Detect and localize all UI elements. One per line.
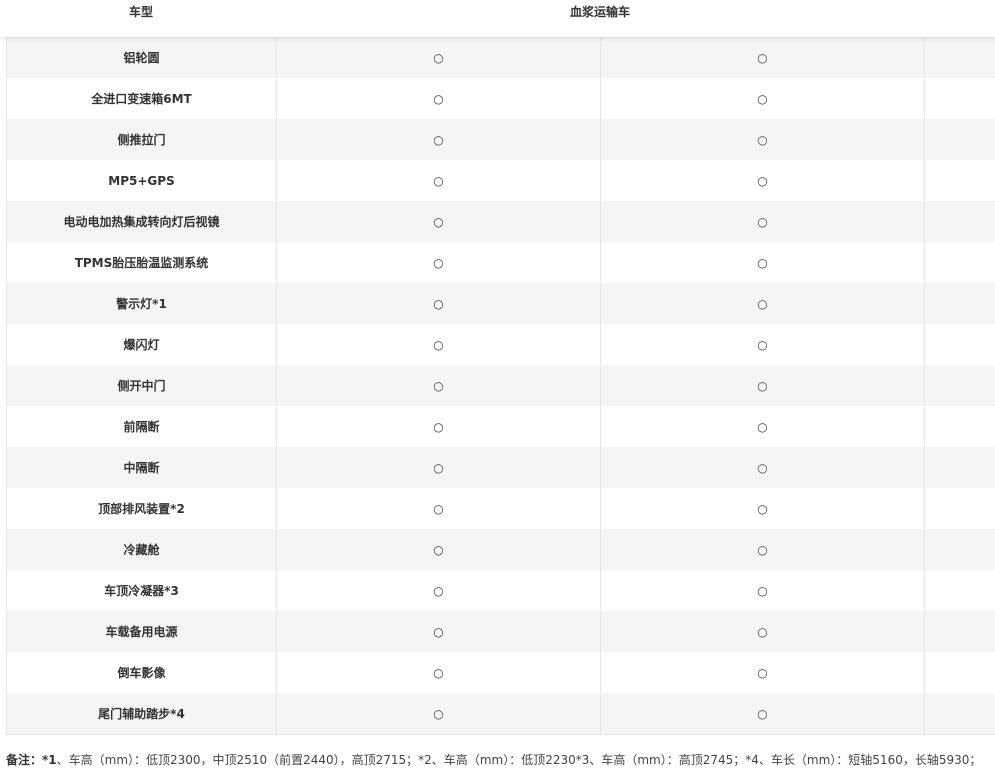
feature-name: 警示灯*1 xyxy=(6,283,277,324)
cut-off-column-cell xyxy=(924,529,995,570)
feature-name: MP5+GPS xyxy=(6,160,277,201)
option-mark: ○ xyxy=(600,283,925,324)
option-mark: ○ xyxy=(276,242,601,283)
option-mark: ○ xyxy=(276,570,601,611)
cut-off-column-cell xyxy=(924,119,995,160)
option-mark: ○ xyxy=(276,78,601,119)
cut-off-column-cell xyxy=(924,570,995,611)
option-mark: ○ xyxy=(276,365,601,406)
option-mark: ○ xyxy=(600,611,925,652)
option-mark: ○ xyxy=(276,693,601,735)
option-mark: ○ xyxy=(276,488,601,529)
footnote: 备注：*1、车高（mm）：低顶2300，中顶2510（前置2440），高顶271… xyxy=(6,751,991,769)
header-vehicle-label: 血浆运输车 xyxy=(569,5,630,19)
table-row: 全进口变速箱6MT ○ ○ xyxy=(6,78,995,119)
feature-name: TPMS胎压胎温监测系统 xyxy=(6,242,277,283)
option-mark: ○ xyxy=(276,652,601,693)
table-row: 中隔断 ○ ○ xyxy=(6,447,995,488)
footnote-text: 、车高（mm）：低顶2300，中顶2510（前置2440），高顶2715；*2、… xyxy=(56,753,982,767)
table-row: 侧开中门 ○ ○ xyxy=(6,365,995,406)
feature-name: 电动电加热集成转向灯后视镜 xyxy=(6,201,277,242)
cut-off-column-cell xyxy=(924,242,995,283)
table-row: 冷藏舱 ○ ○ xyxy=(6,529,995,570)
option-mark: ○ xyxy=(600,78,925,119)
option-mark: ○ xyxy=(276,160,601,201)
option-mark: ○ xyxy=(600,37,925,78)
option-mark: ○ xyxy=(276,611,601,652)
table-row: 侧推拉门 ○ ○ xyxy=(6,119,995,160)
table-row: 前隔断 ○ ○ xyxy=(6,406,995,447)
table-row: 铝轮圆 ○ ○ xyxy=(6,37,995,78)
table-row: 警示灯*1 ○ ○ xyxy=(6,283,995,324)
option-mark: ○ xyxy=(276,119,601,160)
option-mark: ○ xyxy=(600,529,925,570)
feature-name: 中隔断 xyxy=(6,447,277,488)
cut-off-column-cell xyxy=(924,160,995,201)
spec-table: 铝轮圆 ○ ○ 全进口变速箱6MT ○ ○ 侧推拉门 ○ ○ MP5+GPS ○ ○ 电动电加热集成转向… xyxy=(6,37,995,735)
option-mark: ○ xyxy=(600,324,925,365)
option-mark: ○ xyxy=(600,119,925,160)
cut-off-column-cell xyxy=(924,37,995,78)
feature-name: 尾门辅助踏步*4 xyxy=(6,693,277,735)
option-mark: ○ xyxy=(276,406,601,447)
feature-name: 爆闪灯 xyxy=(6,324,277,365)
option-mark: ○ xyxy=(276,283,601,324)
table-row: 电动电加热集成转向灯后视镜 ○ ○ xyxy=(6,201,995,242)
header-model-label: 车型 xyxy=(128,5,153,19)
cut-off-column-cell xyxy=(924,201,995,242)
cut-off-column-cell xyxy=(924,406,995,447)
option-mark: ○ xyxy=(276,37,601,78)
table-row: 倒车影像 ○ ○ xyxy=(6,652,995,693)
option-mark: ○ xyxy=(600,365,925,406)
cut-off-column-cell xyxy=(924,78,995,119)
feature-name: 倒车影像 xyxy=(6,652,277,693)
feature-name: 车顶冷凝器*3 xyxy=(6,570,277,611)
feature-name: 冷藏舱 xyxy=(6,529,277,570)
table-row: 车载备用电源 ○ ○ xyxy=(6,611,995,652)
option-mark: ○ xyxy=(600,693,925,735)
feature-name: 前隔断 xyxy=(6,406,277,447)
option-mark: ○ xyxy=(276,447,601,488)
feature-name: 全进口变速箱6MT xyxy=(6,78,277,119)
option-mark: ○ xyxy=(276,324,601,365)
option-mark: ○ xyxy=(600,406,925,447)
table-row: 车顶冷凝器*3 ○ ○ xyxy=(6,570,995,611)
option-mark: ○ xyxy=(600,160,925,201)
option-mark: ○ xyxy=(600,201,925,242)
feature-name: 侧推拉门 xyxy=(6,119,277,160)
option-mark: ○ xyxy=(600,570,925,611)
cut-off-column-cell xyxy=(924,652,995,693)
option-mark: ○ xyxy=(276,201,601,242)
cut-off-column-cell xyxy=(924,693,995,735)
table-row: 爆闪灯 ○ ○ xyxy=(6,324,995,365)
feature-name: 铝轮圆 xyxy=(6,37,277,78)
option-mark: ○ xyxy=(600,488,925,529)
table-row: MP5+GPS ○ ○ xyxy=(6,160,995,201)
option-mark: ○ xyxy=(600,652,925,693)
spec-page: 车型 血浆运输车 铝轮圆 ○ ○ 全进口变速箱6MT ○ ○ 侧推拉门 ○ ○ MP5+GPS ○ ○… xyxy=(0,0,995,782)
cut-off-column-cell xyxy=(924,324,995,365)
cut-off-column-cell xyxy=(924,447,995,488)
option-mark: ○ xyxy=(600,242,925,283)
cut-off-column-cell xyxy=(924,283,995,324)
feature-name: 车载备用电源 xyxy=(6,611,277,652)
table-row: 尾门辅助踏步*4 ○ ○ xyxy=(6,693,995,735)
table-row: 顶部排风装置*2 ○ ○ xyxy=(6,488,995,529)
spec-table-body: 铝轮圆 ○ ○ 全进口变速箱6MT ○ ○ 侧推拉门 ○ ○ MP5+GPS ○ ○ 电动电加热集成转向… xyxy=(6,37,995,735)
feature-name: 侧开中门 xyxy=(6,365,277,406)
table-row: TPMS胎压胎温监测系统 ○ ○ xyxy=(6,242,995,283)
feature-name: 顶部排风装置*2 xyxy=(6,488,277,529)
cut-off-column-cell xyxy=(924,488,995,529)
cut-off-column-cell xyxy=(924,365,995,406)
option-mark: ○ xyxy=(276,529,601,570)
footnote-label: 备注：*1 xyxy=(6,753,57,767)
option-mark: ○ xyxy=(600,447,925,488)
table-header: 车型 血浆运输车 xyxy=(0,0,995,37)
cut-off-column-cell xyxy=(924,611,995,652)
